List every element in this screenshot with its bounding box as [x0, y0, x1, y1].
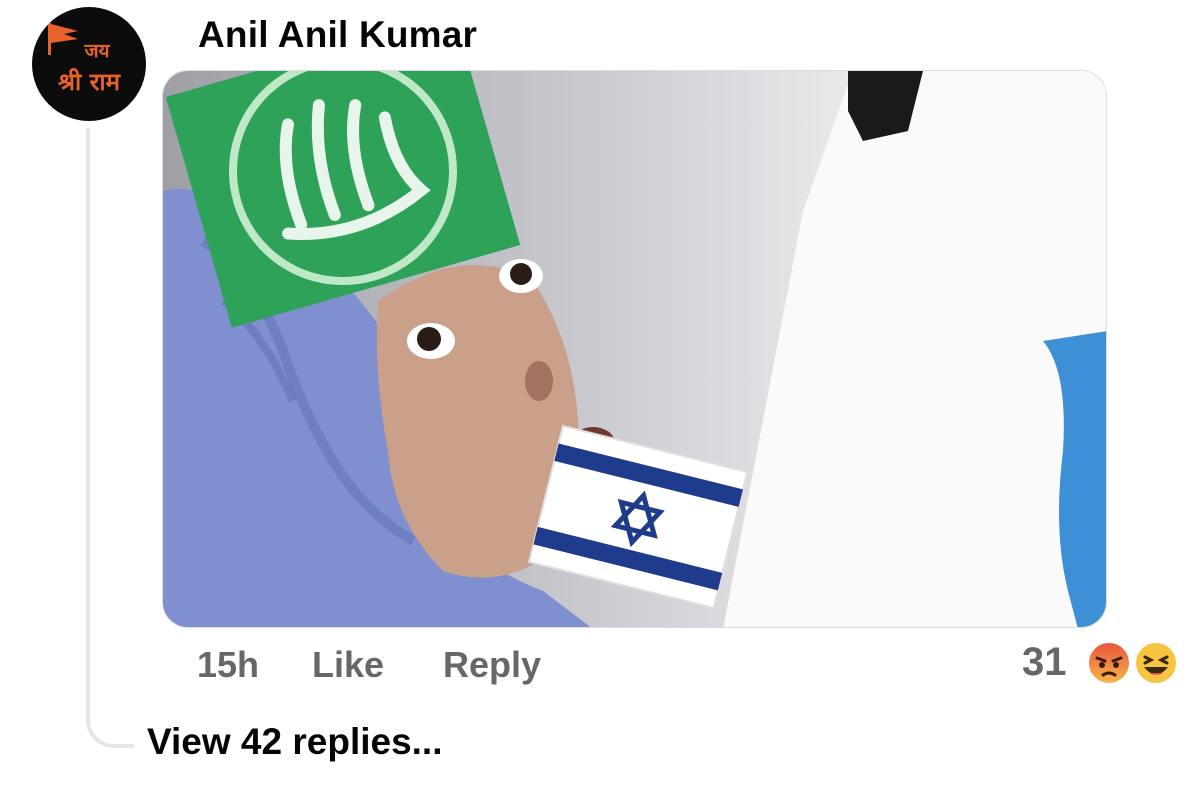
reply-thread-line: [86, 128, 134, 748]
comment-author-name[interactable]: Anil Anil Kumar: [198, 14, 477, 56]
angry-reaction-icon[interactable]: [1086, 640, 1132, 686]
reply-button[interactable]: Reply: [443, 644, 541, 686]
haha-reaction-icon[interactable]: [1133, 640, 1179, 686]
avatar-text-line1: जय: [84, 40, 110, 62]
like-button[interactable]: Like: [312, 644, 384, 686]
reaction-count[interactable]: 31: [1022, 640, 1067, 685]
view-replies-link[interactable]: View 42 replies...: [147, 721, 443, 763]
comment-attached-image[interactable]: [162, 70, 1107, 628]
avatar-text-line2: श्री राम: [58, 68, 120, 96]
avatar[interactable]: जय श्री राम: [32, 7, 146, 121]
comment-timestamp: 15h: [197, 644, 260, 685]
